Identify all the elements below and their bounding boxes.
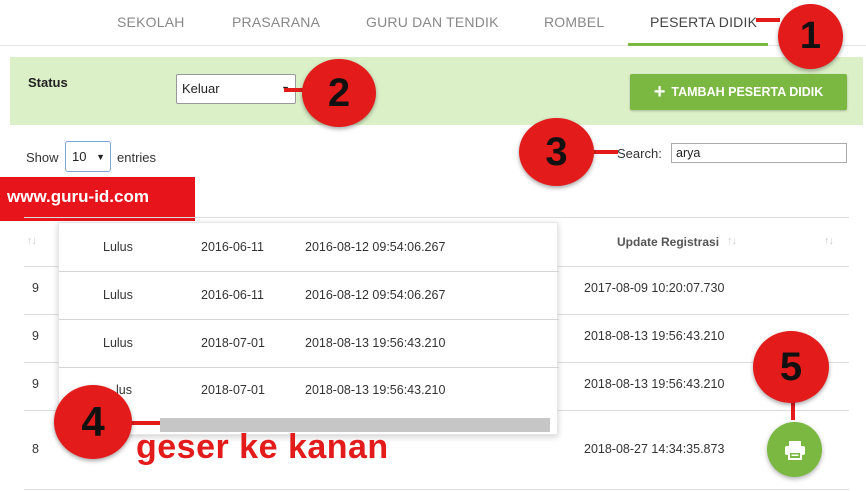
page-size-select[interactable]: 10 ▼ <box>65 141 111 172</box>
status-filter-bar: Status Keluar ▼ + TAMBAH PESERTA DIDIK <box>10 57 863 125</box>
cell-left: 9 <box>32 329 39 343</box>
print-button[interactable] <box>767 422 822 477</box>
tab-prasarana[interactable]: PRASARANA <box>232 14 320 30</box>
search-input[interactable]: arya <box>671 143 847 163</box>
cell-update-registrasi: 2017-08-09 10:20:07.730 <box>584 281 725 295</box>
plus-icon: + <box>653 81 666 103</box>
annotation-badge-1: 1 <box>778 4 843 69</box>
cell-status: Lulus <box>103 240 133 254</box>
cell-left: 9 <box>32 281 39 295</box>
printer-icon <box>784 440 805 460</box>
search-label: Search: <box>617 146 662 161</box>
row-divider <box>59 319 559 320</box>
cell-timestamp: 2018-08-13 19:56:43.210 <box>305 336 446 350</box>
cell-left: 8 <box>32 442 39 456</box>
tab-peserta-didik[interactable]: PESERTA DIDIK <box>650 14 757 30</box>
tab-sekolah[interactable]: SEKOLAH <box>117 14 185 30</box>
column-header-update-registrasi[interactable]: Update Registrasi <box>617 235 719 249</box>
cell-date: 2016-06-11 <box>201 288 265 302</box>
tab-rombel[interactable]: ROMBEL <box>544 14 604 30</box>
cell-update-registrasi: 2018-08-13 19:56:43.210 <box>584 377 725 391</box>
status-select[interactable]: Keluar ▼ <box>176 74 296 104</box>
pointer-arrow <box>756 18 780 22</box>
row-divider <box>59 271 559 272</box>
pointer-arrow <box>590 150 618 154</box>
caret-down-icon: ▼ <box>96 151 105 162</box>
cell-status: Lulus <box>103 336 133 350</box>
cell-date: 2016-06-11 <box>201 240 265 254</box>
scroll-hint-text: geser ke kanan <box>136 428 389 466</box>
annotation-badge-2: 2 <box>302 59 376 127</box>
pointer-arrow <box>284 88 304 92</box>
page-size-value: 10 <box>72 149 87 164</box>
cell-date: 2018-07-01 <box>201 336 265 350</box>
add-student-button[interactable]: + TAMBAH PESERTA DIDIK <box>630 74 847 110</box>
status-label: Status <box>28 75 68 90</box>
top-nav: SEKOLAH PRASARANA GURU DAN TENDIK ROMBEL… <box>0 0 866 46</box>
annotation-badge-3: 3 <box>519 118 594 186</box>
show-label: Show <box>26 150 59 165</box>
cell-date: 2018-07-01 <box>201 383 265 397</box>
active-tab-indicator <box>628 43 768 46</box>
cell-status: Lulus <box>103 288 133 302</box>
sort-icon[interactable]: ↑↓ <box>824 235 834 247</box>
cell-timestamp: 2016-08-12 09:54:06.267 <box>305 288 446 302</box>
annotation-badge-4: 4 <box>54 385 132 459</box>
add-student-button-label: TAMBAH PESERTA DIDIK <box>671 85 824 99</box>
status-select-value: Keluar <box>182 81 220 96</box>
entries-label: entries <box>117 150 157 165</box>
cell-update-registrasi: 2018-08-13 19:56:43.210 <box>584 329 725 343</box>
annotation-badge-5: 5 <box>753 331 829 403</box>
cell-timestamp: 2018-08-13 19:56:43.210 <box>305 383 446 397</box>
row-divider <box>59 367 559 368</box>
scrolled-columns-panel: Lulus 2016-06-11 2016-08-12 09:54:06.267… <box>58 222 559 435</box>
cell-update-registrasi: 2018-08-27 14:34:35.873 <box>584 442 725 456</box>
sort-icon[interactable]: ↑↓ <box>727 235 737 247</box>
watermark-banner: www.guru-id.com <box>0 177 195 221</box>
cell-timestamp: 2016-08-12 09:54:06.267 <box>305 240 446 254</box>
sort-icon[interactable]: ↑↓ <box>27 235 37 247</box>
tab-guru-dan-tendik[interactable]: GURU DAN TENDIK <box>366 14 499 30</box>
cell-left: 9 <box>32 377 39 391</box>
row-divider <box>24 489 849 490</box>
